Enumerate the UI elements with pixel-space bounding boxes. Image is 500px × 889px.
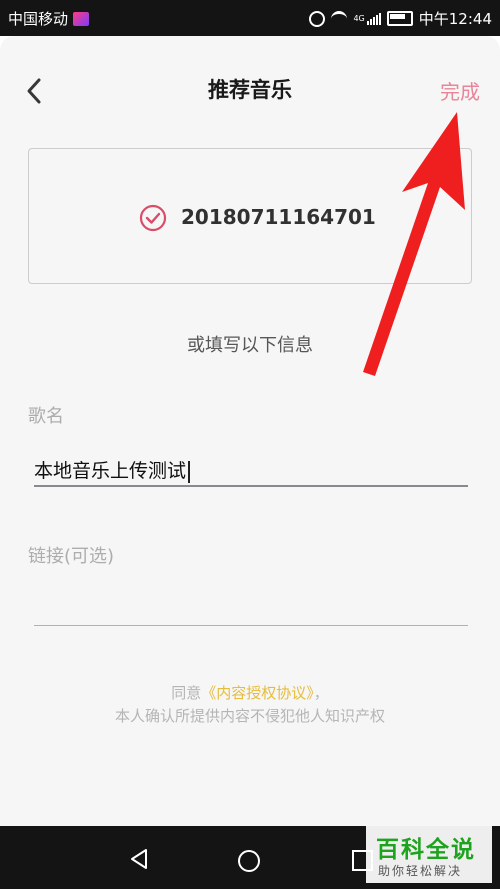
- battery-icon: [386, 11, 413, 26]
- status-bar: 中国移动 4G 中午12:44: [0, 0, 500, 36]
- watermark-subtitle: 助你轻松解决: [378, 864, 463, 878]
- song-name-label: 歌名: [28, 406, 64, 427]
- carrier-badge-icon: [73, 11, 90, 26]
- alarm-icon: [309, 10, 326, 27]
- network-label: 4G: [353, 14, 365, 23]
- song-name-value: 本地音乐上传测试: [34, 460, 187, 482]
- link-label: 链接(可选): [28, 546, 115, 567]
- signal-icon: [366, 12, 381, 25]
- status-right: 4G 中午12:44: [309, 8, 492, 29]
- nav-home-icon[interactable]: [238, 850, 260, 872]
- text-caret: [188, 460, 191, 483]
- agreement-prefix: 同意: [171, 684, 202, 702]
- link-underline: [34, 625, 468, 626]
- agreement-suffix: ，: [313, 684, 329, 702]
- wifi-icon: [331, 11, 348, 26]
- nav-back-icon[interactable]: [128, 848, 150, 870]
- check-circle-icon: [139, 204, 167, 232]
- status-time: 中午12:44: [418, 10, 492, 28]
- song-name-underline: [34, 485, 468, 487]
- carrier-name: 中国移动: [8, 10, 69, 28]
- song-name-input[interactable]: 本地音乐上传测试: [34, 456, 191, 483]
- watermark-logo: 百科全说 助你轻松解决: [366, 826, 492, 883]
- red-arrow-annotation: [363, 112, 465, 376]
- watermark-title: 百科全说: [376, 837, 476, 863]
- agreement-line: 同意《内容授权协议》，: [0, 682, 500, 703]
- status-left: 中国移动: [8, 8, 90, 29]
- agreement-link[interactable]: 《内容授权协议》: [201, 684, 314, 702]
- copyright-notice: 本人确认所提供内容不侵犯他人知识产权: [114, 707, 385, 725]
